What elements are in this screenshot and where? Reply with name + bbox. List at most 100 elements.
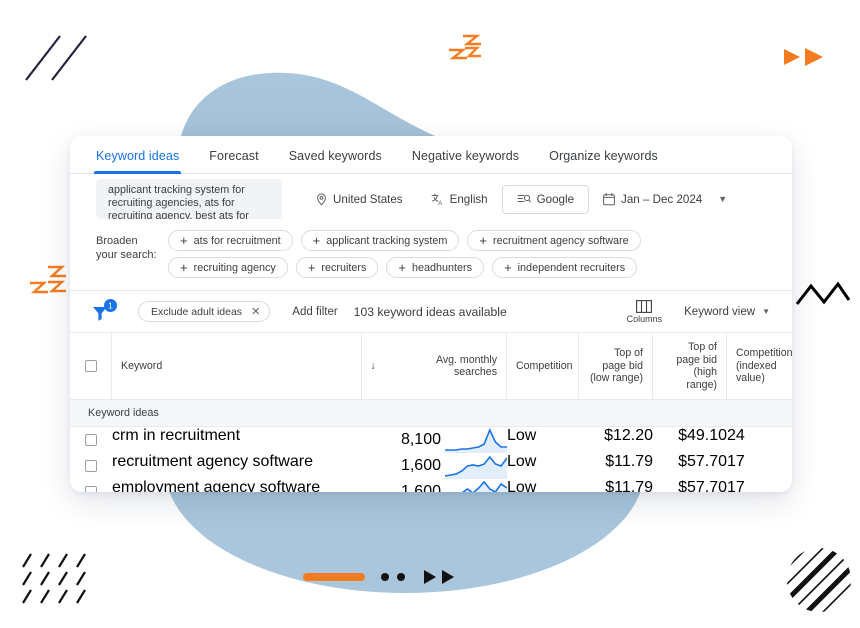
broaden-search-section: Broaden your search: +ats for recruitmen…: [70, 224, 792, 290]
cell-keyword: crm in recruitment: [112, 427, 362, 453]
tab-saved-keywords[interactable]: Saved keywords: [289, 149, 382, 173]
decorative-slash-pair-icon: [22, 30, 92, 86]
cell-avg-monthly-searches: 1,600: [384, 479, 507, 492]
avg-searches-value: 1,600: [401, 483, 441, 492]
table-group-label: Keyword ideas: [70, 400, 792, 427]
tab-keyword-ideas[interactable]: Keyword ideas: [96, 149, 179, 173]
next-arrow-icon[interactable]: [423, 569, 437, 585]
translate-icon: A: [431, 193, 444, 206]
keyword-ideas-table: Keyword ↓ Avg. monthly searches Competit…: [70, 332, 792, 492]
row-select-cell[interactable]: [70, 427, 112, 453]
column-header-competition-index[interactable]: Competition (indexed value): [727, 333, 792, 400]
avg-searches-value: 1,600: [401, 457, 441, 475]
row-checkbox[interactable]: [85, 486, 97, 492]
column-header-avg-monthly-searches[interactable]: Avg. monthly searches: [384, 333, 507, 400]
cell-competition: Low: [507, 479, 579, 492]
chip-label: independent recruiters: [518, 262, 625, 274]
column-header-keyword[interactable]: Keyword: [112, 333, 362, 400]
cell-bid-high: $49.10: [653, 427, 727, 453]
search-settings-group: United States A English Google: [302, 184, 741, 214]
chevron-down-icon[interactable]: ▼: [762, 307, 770, 316]
active-filter-chip[interactable]: Exclude adult ideas ✕: [138, 301, 270, 322]
tab-label: Keyword ideas: [96, 149, 179, 163]
cell-keyword: recruitment agency software: [112, 453, 362, 479]
chip-label: recruiters: [321, 262, 366, 274]
keywords-input[interactable]: applicant tracking system for recruiting…: [96, 179, 282, 219]
column-header-bid-low[interactable]: Top of page bid (low range): [579, 333, 653, 400]
keyword-view-selector[interactable]: Keyword view ▼: [684, 306, 770, 318]
cell-competition-index: 24: [727, 427, 792, 453]
cell-bid-low: $12.20: [579, 427, 653, 453]
decorative-zigzag-black-icon: [795, 278, 851, 310]
svg-text:A: A: [438, 201, 442, 206]
cell-competition-index: 17: [727, 479, 792, 492]
broaden-chip[interactable]: + ats for recruitment: [168, 230, 293, 251]
cell-spacer: [362, 453, 384, 479]
select-all-checkbox[interactable]: [85, 360, 97, 372]
plus-icon: +: [398, 261, 406, 274]
tab-negative-keywords[interactable]: Negative keywords: [412, 149, 519, 173]
table-row[interactable]: recruitment agency software 1,600 Low $1…: [70, 453, 792, 479]
add-filter-button[interactable]: Add filter: [292, 306, 337, 318]
carousel-dot-3[interactable]: [397, 573, 405, 581]
carousel-progress-bar[interactable]: [303, 573, 365, 581]
broaden-chip[interactable]: +applicant tracking system: [301, 230, 460, 251]
trend-sparkline: [445, 427, 507, 453]
filter-button[interactable]: 1: [90, 299, 116, 325]
plus-icon: +: [313, 234, 321, 247]
columns-icon: [636, 300, 652, 313]
tab-label: Forecast: [209, 149, 258, 163]
broaden-chip[interactable]: +recruiting agency: [168, 257, 288, 278]
row-checkbox[interactable]: [85, 434, 97, 446]
columns-button[interactable]: Columns: [627, 300, 663, 324]
network-selector[interactable]: Google: [502, 185, 589, 214]
sort-descending-icon[interactable]: ↓: [362, 333, 384, 400]
cell-bid-low: $11.79: [579, 479, 653, 492]
column-header-bid-high[interactable]: Top of page bid (high range): [653, 333, 727, 400]
cell-bid-low: $11.79: [579, 453, 653, 479]
plus-icon: +: [479, 234, 487, 247]
row-select-cell[interactable]: [70, 479, 112, 492]
tab-forecast[interactable]: Forecast: [209, 149, 258, 173]
broaden-chip[interactable]: + independent recruiters: [492, 257, 637, 278]
chevron-down-icon[interactable]: ▼: [718, 194, 727, 204]
decorative-zigzag-orange-left-icon: [26, 263, 74, 303]
broaden-chip[interactable]: + recruiters: [296, 257, 379, 278]
cell-avg-monthly-searches: 8,100: [384, 427, 507, 453]
avg-searches-value: 8,100: [401, 431, 441, 449]
carousel-dots[interactable]: [381, 573, 405, 581]
cell-spacer: [362, 427, 384, 453]
carousel-arrows[interactable]: [423, 569, 455, 585]
language-selector[interactable]: A English: [417, 184, 502, 214]
tab-label: Saved keywords: [289, 149, 382, 163]
chip-label: ats for recruitment: [194, 235, 281, 247]
decorative-orange-arrows-icon: [783, 45, 827, 69]
row-checkbox[interactable]: [85, 460, 97, 472]
table-row[interactable]: employment agency software 1,600 Low $11…: [70, 479, 792, 492]
last-arrow-icon[interactable]: [441, 569, 455, 585]
cell-competition: Low: [507, 453, 579, 479]
cell-bid-high: $57.70: [653, 453, 727, 479]
tab-organize-keywords[interactable]: Organize keywords: [549, 149, 658, 173]
plus-icon: +: [504, 261, 512, 274]
date-range-selector[interactable]: Jan – Dec 2024 ▼: [589, 184, 741, 214]
column-header-competition[interactable]: Competition: [507, 333, 579, 400]
trend-sparkline: [445, 479, 507, 492]
location-selector[interactable]: United States: [302, 184, 417, 214]
carousel-controls[interactable]: [303, 569, 455, 585]
keyword-view-label: Keyword view: [684, 306, 755, 318]
decorative-zigzag-orange-top-icon: [443, 30, 491, 68]
chip-label: recruiting agency: [194, 262, 276, 274]
carousel-dot-2[interactable]: [381, 573, 389, 581]
table-header-row: Keyword ↓ Avg. monthly searches Competit…: [70, 333, 792, 400]
select-all-cell[interactable]: [70, 333, 112, 400]
active-filter-label: Exclude adult ideas: [151, 306, 242, 318]
plus-icon: +: [180, 234, 188, 247]
row-select-cell[interactable]: [70, 453, 112, 479]
broaden-chip[interactable]: +recruitment agency software: [467, 230, 640, 251]
tab-bar: Keyword ideas Forecast Saved keywords Ne…: [70, 136, 792, 174]
table-row[interactable]: crm in recruitment 8,100 Low $12.20 $49.…: [70, 427, 792, 453]
close-icon[interactable]: ✕: [251, 305, 260, 318]
broaden-chip[interactable]: +headhunters: [386, 257, 484, 278]
plus-icon: +: [308, 261, 316, 274]
